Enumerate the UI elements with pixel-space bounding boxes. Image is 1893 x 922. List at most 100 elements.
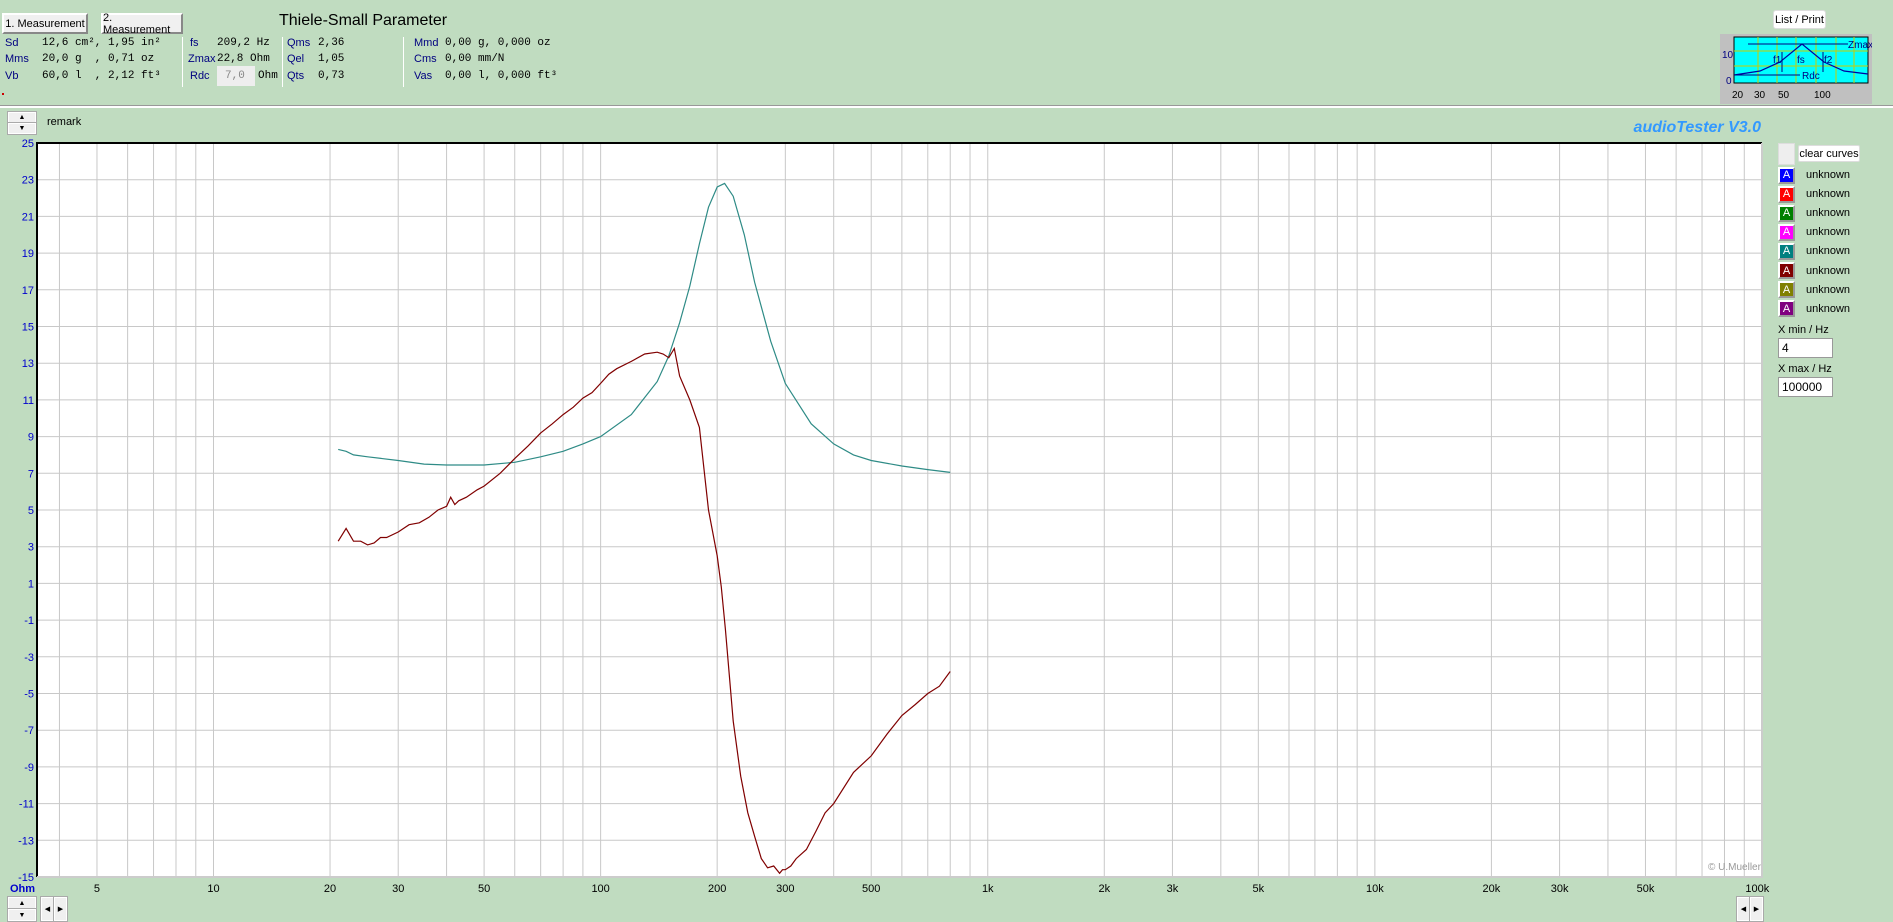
header-divider [0, 105, 1893, 108]
mms-value: 20,0 g , 0,71 oz [42, 53, 155, 65]
x-tick-label: 3k [1167, 883, 1179, 895]
curve-color-swatch-icon[interactable]: A [1778, 300, 1795, 318]
mini-ytick: 10 [1722, 50, 1734, 61]
x-tick-label: 100 [591, 883, 609, 895]
vb-label: Vb [5, 70, 19, 82]
x-tick-label: 300 [776, 883, 794, 895]
measurement-1-button[interactable]: 1. Measurement [2, 13, 88, 34]
fs-value: 209,2 Hz [217, 37, 270, 49]
measurement-2-button[interactable]: 2. Measurement [101, 12, 183, 36]
y-scale-down-button[interactable]: ▼ [7, 908, 37, 922]
x-tick-label: 30k [1551, 883, 1569, 895]
y-tick-label: 17 [22, 285, 34, 297]
legend-item[interactable]: Aunknown [1778, 281, 1850, 299]
curve-color-swatch-icon[interactable]: A [1778, 262, 1795, 279]
x-tick-label: 200 [708, 883, 726, 895]
ts-title: Thiele-Small Parameter [279, 12, 448, 29]
legend-item[interactable]: Aunknown [1778, 262, 1850, 280]
x-tick-label: 10 [207, 883, 219, 895]
mmd-label: Mmd [414, 37, 439, 49]
qms-value: 2,36 [318, 37, 345, 49]
impedance-chart: 252321191715131197531-1-3-5-7-9-11-13-15… [18, 138, 1770, 895]
y-tick-label: 19 [22, 248, 34, 260]
x-tick-label: 5 [94, 883, 100, 895]
legend-label: unknown [1806, 302, 1851, 315]
mini-xtick: 30 [1754, 90, 1766, 101]
xmax-input[interactable] [1778, 377, 1833, 397]
legend-label: unknown [1806, 226, 1851, 239]
list-print-button[interactable]: List / Print [1773, 10, 1826, 29]
y-tick-label: 11 [23, 395, 34, 407]
legend-label: unknown [1806, 283, 1851, 296]
y-tick-label: 23 [22, 175, 34, 187]
x-scroll-left-button[interactable]: ◀ [40, 896, 55, 922]
xmin-input[interactable] [1778, 338, 1833, 358]
x-zoom-left-button[interactable]: ◀ [1736, 896, 1751, 922]
curve-color-swatch-icon[interactable]: A [1778, 185, 1795, 203]
qms-label: Qms [287, 37, 311, 49]
qel-label: Qel [287, 53, 305, 65]
x-tick-label: 20 [324, 883, 336, 895]
mini-ytick: 0 [1726, 76, 1732, 87]
mini-f1: f1 [1773, 55, 1782, 66]
y-tick-label: 15 [22, 322, 34, 334]
y-tick-label: -11 [19, 799, 34, 811]
legend-label: unknown [1806, 245, 1851, 258]
legend-item[interactable]: Aunknown [1778, 204, 1850, 222]
y-tick-label: 7 [28, 468, 34, 480]
remark-label: remark [47, 116, 82, 128]
x-tick-label: 50 [478, 883, 490, 895]
rdc-input[interactable]: 7,0 [217, 66, 255, 86]
curve-color-swatch-icon[interactable]: A [1778, 281, 1795, 299]
legend-item[interactable]: Aunknown [1778, 300, 1850, 318]
legend-label: unknown [1806, 169, 1851, 181]
legend-item[interactable]: Aunknown [1778, 242, 1850, 260]
curve-color-swatch-icon[interactable]: A [1778, 166, 1795, 184]
y-tick-label: -9 [24, 762, 34, 774]
copyright: © U.Mueller [1708, 862, 1761, 873]
x-zoom-right-button[interactable]: ▶ [1749, 896, 1764, 922]
mini-xtick: 20 [1732, 90, 1744, 101]
legend-item[interactable]: Aunknown [1778, 185, 1850, 203]
vb-value: 60,0 l , 2,12 ft³ [42, 70, 161, 82]
y-tick-label: 13 [22, 358, 34, 370]
qts-value: 0,73 [318, 70, 345, 82]
remark-up-button[interactable]: ▲ [7, 111, 37, 124]
clear-swatch[interactable] [1778, 143, 1795, 165]
divider [182, 37, 183, 87]
y-tick-label: 5 [28, 505, 34, 517]
x-tick-label: 500 [862, 883, 880, 895]
x-tick-label: 1k [982, 883, 994, 895]
curve-color-swatch-icon[interactable]: A [1778, 204, 1795, 222]
mini-f2: f2 [1824, 55, 1833, 66]
qel-value: 1,05 [318, 53, 345, 65]
divider [282, 37, 283, 87]
mini-xtick: 100 [1814, 90, 1831, 101]
fs-label: fs [190, 37, 199, 49]
mini-rdc: Rdc [1802, 71, 1820, 82]
y-scale-up-button[interactable]: ▲ [7, 896, 37, 910]
xmax-label: X max / Hz [1778, 363, 1832, 375]
curve-color-swatch-icon[interactable]: A [1778, 223, 1795, 241]
rdc-label: Rdc [190, 70, 210, 82]
y-tick-label: -13 [18, 835, 34, 847]
curve-color-swatch-icon[interactable]: A [1778, 242, 1795, 260]
clear-curves-button[interactable]: clear curves [1798, 145, 1860, 162]
mini-xtick: 50 [1778, 90, 1790, 101]
y-tick-label: 9 [28, 432, 34, 444]
x-tick-label: 100kHz [1745, 883, 1770, 895]
x-tick-label: 30 [392, 883, 404, 895]
legend-item[interactable]: Aunknown [1778, 166, 1850, 184]
x-scroll-right-button[interactable]: ▶ [53, 896, 68, 922]
x-tick-label: 5k [1253, 883, 1265, 895]
y-tick-label: 3 [28, 542, 34, 554]
mms-label: Mms [5, 53, 29, 65]
legend-label: unknown [1806, 188, 1851, 201]
x-tick-label: 2k [1098, 883, 1110, 895]
legend-label: unknown [1806, 264, 1851, 277]
cms-label: Cms [414, 53, 437, 65]
y-tick-label: 1 [28, 578, 34, 590]
legend-item[interactable]: Aunknown [1778, 223, 1850, 241]
divider [403, 37, 404, 87]
mini-fs: fs [1797, 55, 1805, 66]
